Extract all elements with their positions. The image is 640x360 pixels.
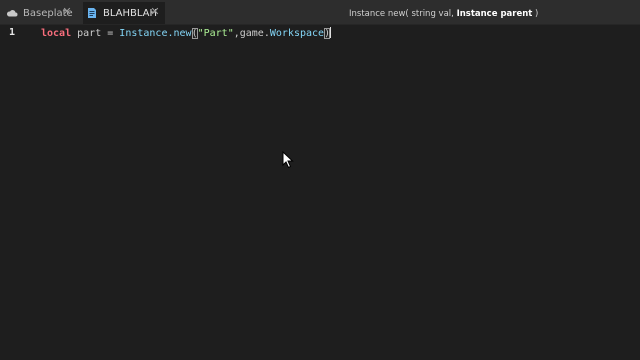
tab-bar: Baseplate ✕ BLAHBLAH ✕ Instance new( str… (0, 0, 640, 25)
code-line[interactable]: local part = Instance.new("Part",game.Wo… (41, 27, 332, 39)
tab-baseplate[interactable]: Baseplate ✕ (3, 2, 77, 24)
signature-help-tooltip: Instance new( string val, Instance paren… (349, 9, 538, 19)
signature-help-prefix: Instance new( string val, (349, 9, 457, 19)
string-token: "Part" (197, 28, 234, 39)
variable-token: part (77, 28, 102, 39)
game-token: game (239, 28, 264, 39)
signature-help-suffix: ) (532, 9, 539, 19)
workspace-token: Workspace (269, 28, 325, 39)
tab-blahblah[interactable]: BLAHBLAH ✕ (83, 2, 165, 24)
mouse-pointer-icon (282, 151, 294, 169)
method-new-token: .new (167, 28, 192, 39)
line-number-gutter: 1 (0, 25, 36, 360)
script-editor-window: Baseplate ✕ BLAHBLAH ✕ Instance new( str… (0, 0, 640, 360)
code-editor[interactable]: 1 local part = Instance.new("Part",game.… (0, 25, 640, 360)
builtin-instance-token: Instance (119, 28, 168, 39)
text-caret (330, 27, 332, 38)
line-number: 1 (9, 27, 16, 38)
script-icon (85, 6, 99, 20)
assign-token: = (101, 28, 120, 39)
cloud-icon (5, 6, 19, 20)
signature-help-active-param: Instance parent (456, 9, 533, 19)
keyword-token: local (41, 28, 72, 39)
close-icon[interactable]: ✕ (149, 6, 161, 18)
close-icon[interactable]: ✕ (61, 6, 73, 18)
